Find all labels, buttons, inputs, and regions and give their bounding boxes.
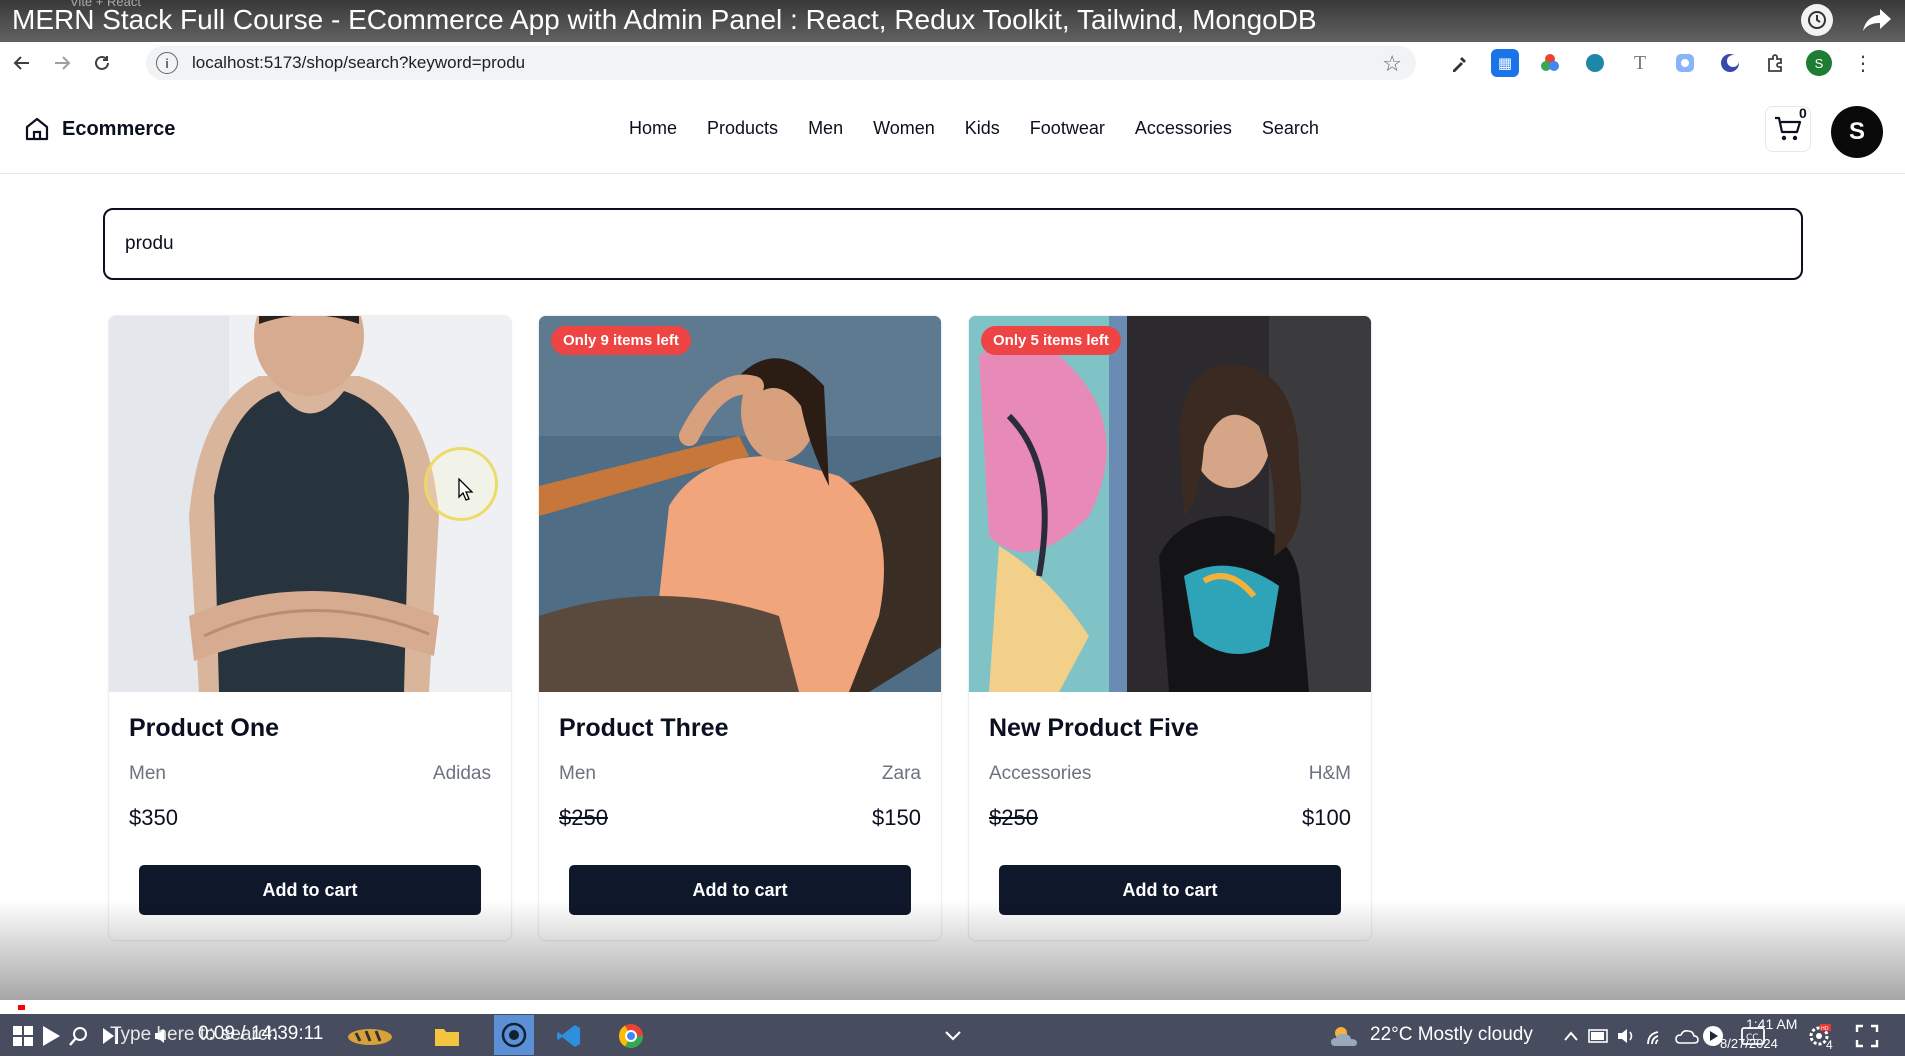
address-bar[interactable]: i localhost:5173/shop/search?keyword=pro… [146, 46, 1416, 80]
bookmark-star-icon[interactable]: ☆ [1382, 51, 1402, 77]
video-progress-fill [18, 1005, 26, 1010]
menu-item-search[interactable]: Search [1262, 118, 1319, 139]
product-category: Men [559, 763, 596, 784]
reload-icon[interactable] [84, 45, 120, 81]
product-price: $350 [129, 805, 178, 830]
network-icon[interactable] [1644, 1023, 1670, 1049]
video-title[interactable]: MERN Stack Full Course - ECommerce App w… [12, 4, 1317, 36]
globe-extension-icon[interactable] [1581, 49, 1609, 77]
play-icon[interactable] [38, 1023, 64, 1049]
product-image[interactable]: Only 9 items left [539, 316, 941, 692]
cloud-icon[interactable] [1674, 1023, 1700, 1049]
chrome-icon[interactable] [618, 1023, 644, 1049]
dark-extension-icon[interactable] [1716, 49, 1744, 77]
extensions-puzzle-icon[interactable] [1761, 49, 1789, 77]
product-title[interactable]: Product One [129, 714, 491, 743]
file-explorer-icon[interactable] [434, 1023, 460, 1049]
product-category: Accessories [989, 763, 1092, 784]
windows-start-icon[interactable] [10, 1023, 36, 1049]
mouse-pointer-icon [458, 478, 474, 501]
search-box [103, 208, 1803, 280]
product-card[interactable]: Product One Men Adidas $350 Add to cart [108, 315, 512, 941]
clock-time[interactable]: 1:41 AM [1746, 1016, 1797, 1032]
product-brand: H&M [1308, 763, 1351, 784]
product-grid: Product One Men Adidas $350 Add to cart [108, 315, 1372, 941]
search-icon[interactable] [66, 1023, 92, 1049]
brand-link[interactable]: Ecommerce [24, 116, 175, 142]
battery-icon[interactable] [1586, 1023, 1612, 1049]
bee-app-icon[interactable] [340, 1023, 400, 1049]
video-time: 0:09 / 14:39:11 [198, 1023, 324, 1044]
stock-badge: Only 5 items left [981, 326, 1121, 355]
product-image[interactable]: Only 5 items left [969, 316, 1371, 692]
address-url[interactable]: localhost:5173/shop/search?keyword=produ [192, 53, 525, 73]
video-controls-fade [0, 900, 1905, 1000]
eyedropper-extension-icon[interactable] [1446, 49, 1474, 77]
brand-name: Ecommerce [62, 117, 176, 140]
vscode-icon[interactable] [556, 1023, 582, 1049]
text-extension-icon[interactable]: T [1626, 49, 1654, 77]
main-menu: Home Products Men Women Kids Footwear Ac… [629, 118, 1319, 139]
fullscreen-icon[interactable] [1854, 1023, 1880, 1049]
product-sale-price: $100 [1302, 805, 1351, 830]
notification-count: 4 [1826, 1038, 1833, 1052]
menu-item-accessories[interactable]: Accessories [1135, 118, 1232, 139]
watch-later-icon[interactable] [1801, 4, 1833, 36]
screen-capture-extension-icon[interactable]: ▦ [1491, 49, 1519, 77]
color-picker-extension-icon[interactable] [1536, 49, 1564, 77]
chevron-down-icon[interactable] [940, 1023, 966, 1049]
speaker-icon[interactable] [1614, 1023, 1640, 1049]
video-title-bar: MERN Stack Full Course - ECommerce App w… [0, 0, 1905, 42]
menu-item-products[interactable]: Products [707, 118, 778, 139]
menu-item-kids[interactable]: Kids [965, 118, 1000, 139]
tray-chevron-up-icon[interactable] [1558, 1023, 1584, 1049]
menu-item-women[interactable]: Women [873, 118, 935, 139]
video-progress-bar[interactable] [18, 1005, 1888, 1010]
menu-item-home[interactable]: Home [629, 118, 677, 139]
lens-extension-icon[interactable] [1671, 49, 1699, 77]
menu-item-footwear[interactable]: Footwear [1030, 118, 1105, 139]
profile-avatar[interactable]: S [1806, 50, 1832, 76]
search-input[interactable] [105, 210, 1801, 278]
cart-count-badge: 0 [1799, 105, 1807, 121]
product-brand: Zara [881, 763, 921, 784]
screen-recorder-icon[interactable] [494, 1015, 534, 1055]
product-original-price: $250 [559, 805, 608, 830]
browser-tab-fragment: Vite + React [70, 0, 141, 9]
product-original-price: $250 [989, 805, 1038, 830]
product-sale-price: $150 [872, 805, 921, 830]
menu-item-men[interactable]: Men [808, 118, 843, 139]
house-icon [25, 117, 49, 141]
taskbar: Type here to search 0:09 / 14:39:11 22°C… [0, 1014, 1905, 1056]
product-title[interactable]: New Product Five [989, 714, 1351, 743]
product-title[interactable]: Product Three [559, 714, 921, 743]
clock-date[interactable]: 8/27/2024 [1720, 1036, 1778, 1051]
user-avatar[interactable]: S [1831, 106, 1883, 158]
share-icon[interactable] [1861, 4, 1893, 36]
browser-toolbar: i localhost:5173/shop/search?keyword=pro… [0, 42, 1905, 84]
back-icon[interactable] [4, 45, 40, 81]
volume-icon[interactable] [150, 1023, 176, 1049]
product-card[interactable]: Only 5 items left New Product Five Acces… [968, 315, 1372, 941]
weather-text[interactable]: 22°C Mostly cloudy [1370, 1024, 1533, 1046]
svg-text:HD: HD [1821, 1026, 1829, 1032]
weather-icon[interactable] [1328, 1023, 1362, 1049]
forward-icon[interactable] [44, 45, 80, 81]
browser-menu-icon[interactable]: ⋮ [1849, 49, 1877, 77]
site-info-icon[interactable]: i [156, 52, 178, 74]
site-header: Ecommerce Home Products Men Women Kids F… [0, 84, 1905, 174]
product-brand: Adidas [432, 763, 491, 784]
stock-badge: Only 9 items left [551, 326, 691, 355]
product-category: Men [129, 763, 166, 784]
product-card[interactable]: Only 9 items left Product Three Men Zara… [538, 315, 942, 941]
